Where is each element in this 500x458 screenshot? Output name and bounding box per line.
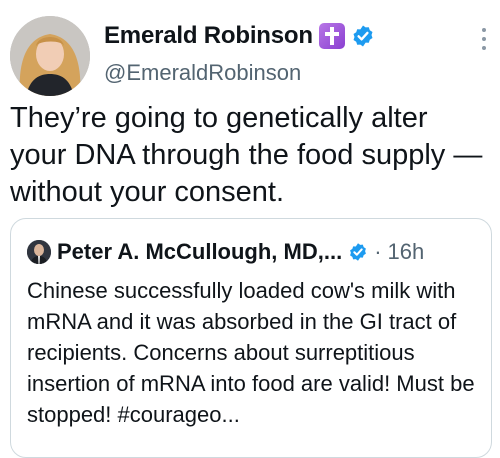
quoted-verified-badge-icon	[350, 243, 367, 261]
more-options-icon[interactable]	[480, 28, 488, 54]
author-name-row[interactable]: Emerald Robinson	[104, 22, 375, 50]
tweet-card[interactable]: Emerald Robinson @EmeraldRobinson They’r…	[0, 0, 500, 458]
quoted-tweet[interactable]: Peter A. McCullough, MD,... · 16h Chines…	[10, 218, 492, 458]
quoted-tweet-header[interactable]: Peter A. McCullough, MD,... · 16h	[27, 239, 424, 265]
author-avatar[interactable]	[10, 16, 90, 96]
quoted-author-avatar[interactable]	[27, 240, 51, 264]
verified-badge-icon[interactable]	[351, 24, 375, 48]
author-display-name[interactable]: Emerald Robinson	[104, 22, 313, 50]
cross-icon	[318, 23, 345, 49]
quoted-tweet-text: Chinese successfully loaded cow's milk w…	[27, 278, 475, 427]
quoted-timestamp[interactable]: 16h	[388, 239, 425, 265]
tweet-text: They’re going to genetically alter your …	[10, 102, 483, 208]
author-handle[interactable]: @EmeraldRobinson	[104, 60, 301, 86]
quoted-author-name[interactable]: Peter A. McCullough, MD,...	[57, 239, 342, 265]
quoted-separator: ·	[374, 239, 382, 264]
